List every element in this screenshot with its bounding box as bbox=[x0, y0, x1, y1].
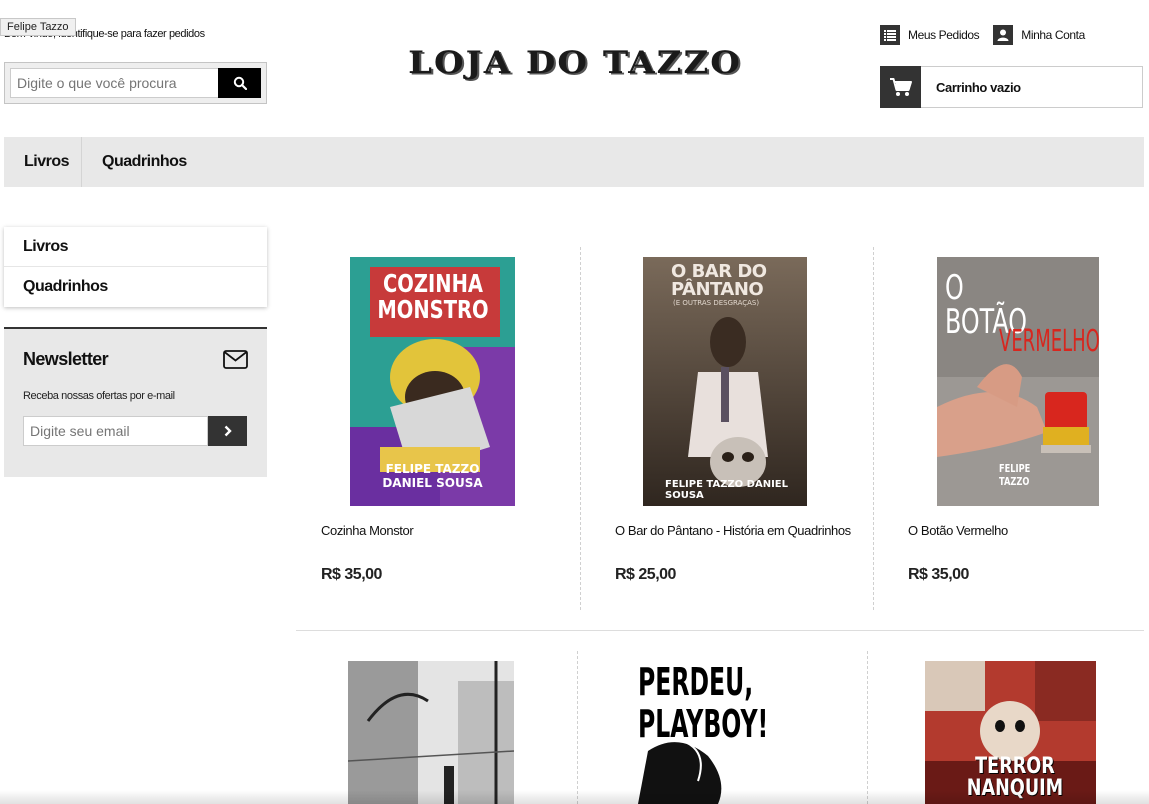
user-tooltip: Felipe Tazzo bbox=[0, 18, 76, 36]
sidebar-categories: Livros Quadrinhos bbox=[4, 227, 267, 307]
my-orders-label: Meus Pedidos bbox=[908, 28, 980, 42]
nav-item-livros[interactable]: Livros bbox=[4, 137, 82, 187]
search-icon bbox=[233, 76, 247, 90]
product-image[interactable]: COZINHA MONSTRO FELIPE TAZZO DANIEL SOUS… bbox=[350, 257, 515, 506]
user-icon bbox=[993, 25, 1014, 45]
list-icon bbox=[880, 25, 900, 45]
product-card[interactable]: O BOTÃO VERMELHO FELIPE TAZZO O Botão Ve… bbox=[883, 257, 1149, 597]
product-name[interactable]: Cozinha Monstor bbox=[321, 523, 414, 538]
newsletter-description: Receba nossas ofertas por e-mail bbox=[23, 390, 175, 402]
product-name[interactable]: O Botão Vermelho bbox=[908, 523, 1008, 538]
product-name[interactable]: O Bar do Pântano - História em Quadrinho… bbox=[615, 523, 851, 538]
product-card[interactable]: TERROR NANQUIM bbox=[877, 661, 1149, 804]
main-nav: Livros Quadrinhos bbox=[4, 137, 1144, 187]
product-divider bbox=[867, 651, 868, 804]
product-card[interactable]: COZINHA MONSTRO FELIPE TAZZO DANIEL SOUS… bbox=[296, 257, 568, 597]
product-image[interactable]: O BOTÃO VERMELHO FELIPE TAZZO bbox=[937, 257, 1099, 506]
cover-authors: FELIPE TAZZO DANIEL SOUSA bbox=[382, 462, 483, 490]
newsletter-email-input[interactable] bbox=[23, 416, 208, 446]
cart-icon bbox=[880, 65, 921, 108]
cover-title: O BAR DO PÂNTANO bbox=[671, 261, 767, 300]
newsletter-submit-button[interactable] bbox=[208, 416, 247, 446]
search-input[interactable] bbox=[10, 68, 218, 98]
store-logo[interactable]: LOJA DO TAZZO bbox=[385, 38, 765, 88]
product-divider bbox=[873, 247, 874, 610]
product-image[interactable]: TERROR NANQUIM bbox=[925, 661, 1096, 804]
newsletter-title: Newsletter bbox=[23, 349, 109, 369]
cart-widget[interactable]: Carrinho vazio bbox=[880, 65, 1143, 108]
cart-label: Carrinho vazio bbox=[936, 79, 1021, 95]
product-card[interactable] bbox=[296, 661, 568, 804]
product-image[interactable]: PERDEU, PLAYBOY! bbox=[638, 661, 805, 804]
my-orders-link[interactable]: Meus Pedidos bbox=[880, 25, 980, 45]
sidebar-item-livros[interactable]: Livros bbox=[4, 227, 267, 267]
my-account-link[interactable]: Minha Conta bbox=[993, 25, 1085, 45]
product-divider bbox=[580, 247, 581, 610]
my-account-label: Minha Conta bbox=[1021, 28, 1085, 42]
product-image[interactable] bbox=[348, 661, 514, 804]
chevron-right-icon bbox=[224, 425, 232, 437]
search-button[interactable] bbox=[218, 68, 261, 98]
logo-text: LOJA DO TAZZO bbox=[408, 45, 742, 81]
envelope-icon bbox=[223, 350, 248, 369]
product-card[interactable]: PERDEU, PLAYBOY! bbox=[588, 661, 860, 804]
product-price: R$ 35,00 bbox=[908, 566, 969, 583]
product-divider bbox=[577, 651, 578, 804]
newsletter-box: Newsletter Receba nossas ofertas por e-m… bbox=[4, 327, 267, 477]
product-card[interactable]: O BAR DO PÂNTANO (E OUTRAS DESGRAÇAS) FE… bbox=[590, 257, 862, 597]
nav-item-quadrinhos[interactable]: Quadrinhos bbox=[82, 137, 207, 187]
cover-authors: FELIPE TAZZO bbox=[999, 462, 1031, 488]
row-divider bbox=[296, 630, 1144, 631]
bottom-shadow bbox=[0, 790, 1149, 804]
cover-title: COZINHA MONSTRO bbox=[377, 269, 489, 324]
product-price: R$ 25,00 bbox=[615, 566, 676, 583]
cover-title: PERDEU, PLAYBOY! bbox=[638, 661, 769, 746]
cover-subtitle: (E OUTRAS DESGRAÇAS) bbox=[673, 299, 760, 307]
cover-authors: FELIPE TAZZO DANIEL SOUSA bbox=[665, 479, 788, 501]
account-links: Meus Pedidos Minha Conta bbox=[880, 25, 1085, 45]
product-price: R$ 35,00 bbox=[321, 566, 382, 583]
search-bar bbox=[4, 62, 267, 104]
product-image[interactable]: O BAR DO PÂNTANO (E OUTRAS DESGRAÇAS) FE… bbox=[643, 257, 807, 506]
sidebar-item-quadrinhos[interactable]: Quadrinhos bbox=[4, 267, 267, 307]
cover-title-2: VERMELHO bbox=[999, 324, 1099, 359]
